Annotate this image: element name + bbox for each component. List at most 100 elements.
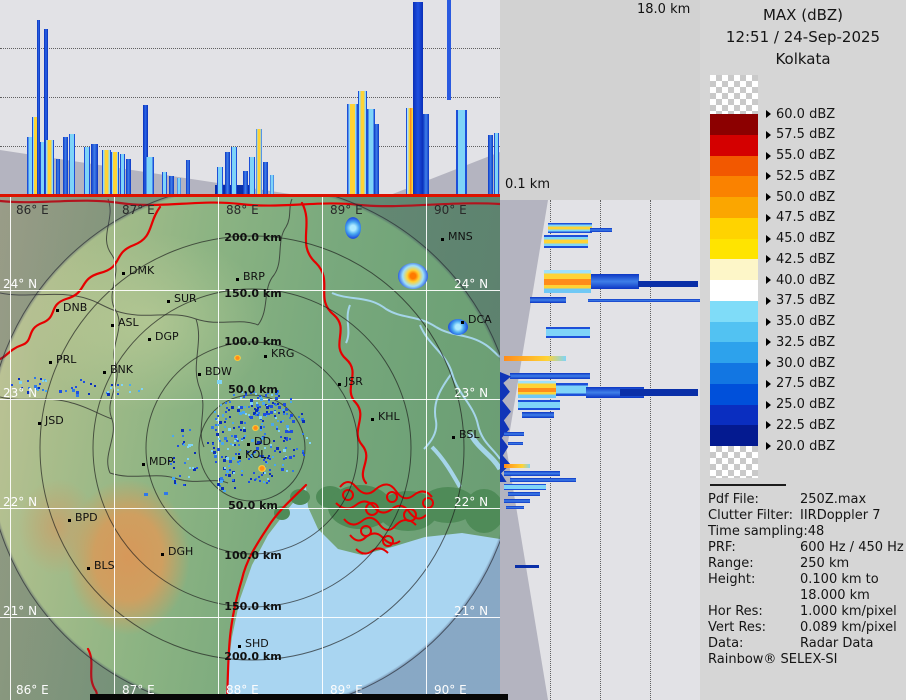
echo-pixel: [222, 414, 225, 417]
echo-pixel: [248, 416, 251, 419]
echo-pixel: [41, 388, 44, 391]
metadata-label: Time sampling:: [708, 524, 808, 539]
legend-value-label: 55.0 dBZ: [776, 148, 836, 163]
echo-pixel: [301, 433, 304, 436]
echo-pixel: [274, 411, 277, 414]
legend-value-label: 42.5 dBZ: [776, 251, 836, 267]
legend-entry: 52.5 dBZ: [766, 168, 835, 184]
legend-value-label: 32.5 dBZ: [776, 334, 836, 350]
echo-bar: [530, 297, 566, 303]
echo-pixel: [72, 388, 76, 392]
echo-pixel: [184, 462, 187, 465]
echo-bar: [413, 2, 423, 197]
echo-pixel: [244, 434, 247, 437]
echo-pixel: [255, 402, 258, 405]
echo-bar: [504, 471, 560, 476]
echo-pixel: [248, 480, 251, 483]
echo-bar: [510, 373, 590, 379]
echo-pixel: [288, 456, 292, 460]
latitude-label: 23° N: [3, 386, 38, 400]
echo-pixel: [261, 474, 264, 477]
colorbar-block: [710, 321, 758, 343]
echo-pixel: [282, 410, 285, 413]
product-title: MAX (dBZ): [762, 6, 844, 24]
echo-pixel: [231, 479, 234, 482]
city-dot: [441, 238, 444, 241]
legend-entry: 45.0 dBZ: [766, 231, 835, 247]
city-dot: [49, 361, 52, 364]
colorbar-block: [710, 134, 758, 156]
echo-pixel: [45, 389, 48, 392]
echo-pixel: [271, 401, 274, 404]
echo-pixel: [215, 460, 218, 463]
echo-pixel: [269, 410, 273, 414]
echo-pixel: [271, 456, 274, 459]
echo-pixel: [36, 389, 39, 392]
echo-pixel: [267, 399, 270, 402]
longitude-label: 86° E: [16, 683, 49, 697]
top-gridline: [0, 48, 500, 49]
echo-pixel: [237, 408, 241, 412]
echo-cell: [448, 319, 468, 335]
echo-bar: [504, 464, 530, 468]
echo-pixel: [290, 400, 293, 403]
latitude-gridline: [0, 617, 500, 618]
echo-pixel: [238, 443, 241, 446]
legend-value-label: 52.5 dBZ: [776, 168, 836, 184]
echo-bar: [102, 150, 111, 197]
echo-pixel: [219, 479, 223, 483]
legend-entry: 30.0 dBZ: [766, 355, 835, 371]
latitude-label: 22° N: [454, 495, 489, 509]
city-label: KHL: [378, 410, 400, 423]
legend-entry: 60.0 dBZ: [766, 106, 835, 122]
range-ring-label: 100.0 km: [224, 549, 282, 562]
echo-pixel: [214, 411, 217, 414]
echo-bar: [256, 129, 262, 197]
echo-bar: [518, 400, 560, 410]
echo-pixel: [267, 479, 270, 482]
metadata-label: Clutter Filter:: [708, 508, 793, 523]
metadata-row: Rainbow® SELEX-SI: [708, 652, 904, 668]
echo-bar: [591, 274, 639, 289]
echo-bar: [45, 140, 54, 197]
echo-pixel: [94, 385, 97, 388]
echo-pixel: [231, 434, 234, 437]
echo-pixel: [83, 380, 86, 383]
longitude-label: 89° E: [330, 203, 363, 217]
echo-pixel: [234, 434, 238, 438]
echo-pixel: [18, 381, 22, 385]
echo-bar: [588, 299, 700, 302]
range-ring-label: 200.0 km: [224, 650, 282, 663]
legend-entry: 25.0 dBZ: [766, 397, 835, 413]
echo-pixel: [269, 469, 272, 472]
side-gridline: [650, 200, 651, 700]
echo-pixel: [71, 386, 74, 389]
echo-pixel: [227, 474, 231, 478]
echo-pixel: [292, 455, 295, 458]
legend-value-label: 40.0 dBZ: [776, 272, 836, 288]
echo-pixel: [117, 384, 120, 387]
colorbar-block: [710, 404, 758, 426]
echo-pixel: [270, 475, 273, 478]
echo-pixel: [240, 405, 244, 409]
echo-pixel: [243, 405, 246, 408]
legend-value-label: 57.5 dBZ: [776, 127, 836, 143]
echo-pixel: [225, 440, 228, 443]
echo-pixel: [244, 421, 247, 424]
city-dot: [161, 553, 164, 556]
legend-arrow-icon: [766, 421, 771, 430]
echo-bar: [225, 152, 230, 197]
echo-pixel: [273, 464, 276, 467]
echo-pixel: [207, 442, 210, 445]
colorbar-block: [710, 280, 758, 301]
echo-pixel: [261, 401, 265, 405]
colorbar-block: [710, 383, 758, 405]
legend-arrow-icon: [766, 400, 771, 409]
metadata-value: 0.089 km/pixel: [800, 620, 897, 635]
city-label: DMK: [129, 264, 155, 277]
metadata-value: 48: [807, 524, 825, 539]
echo-pixel: [274, 450, 277, 453]
legend-entry: 37.5 dBZ: [766, 293, 835, 309]
echo-pixel: [228, 401, 231, 404]
echo-pixel: [229, 416, 232, 419]
